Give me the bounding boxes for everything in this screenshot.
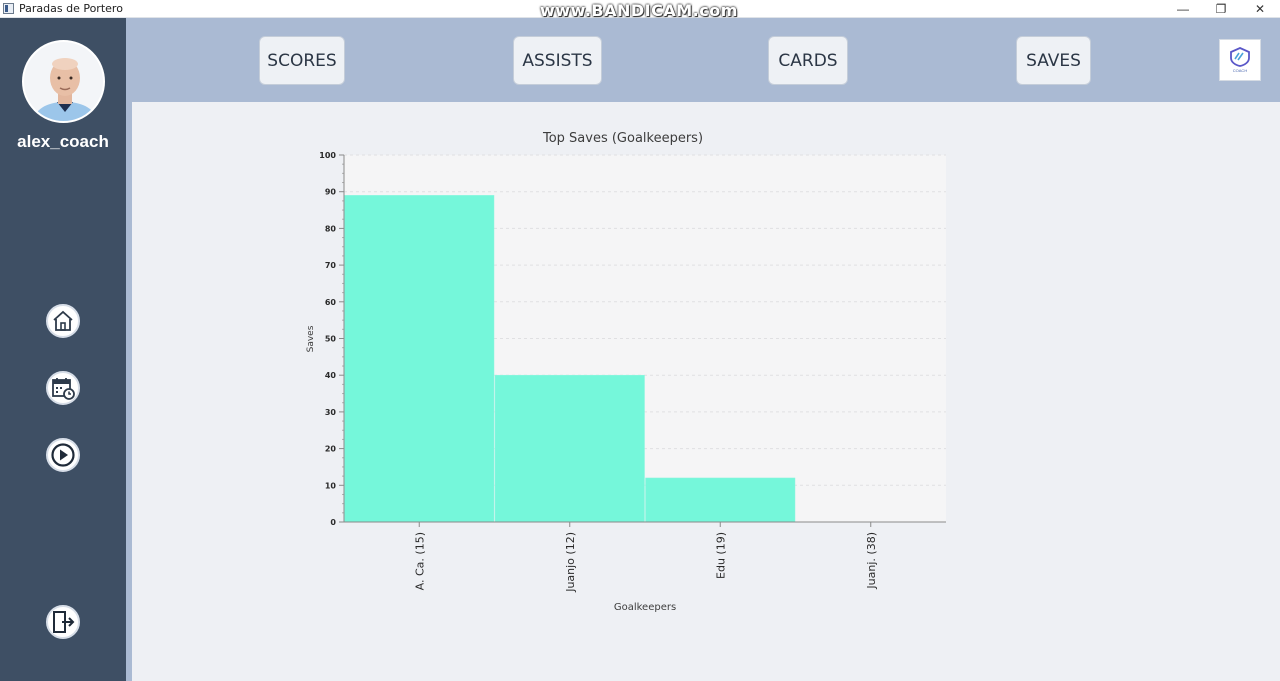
calendar-clock-icon <box>52 378 75 400</box>
play-icon <box>51 443 75 467</box>
scores-button[interactable]: SCORES <box>259 36 345 85</box>
assists-button[interactable]: ASSISTS <box>513 36 602 85</box>
y-tick-label: 90 <box>325 188 337 197</box>
saves-bar-chart: Top Saves (Goalkeepers) Saves Goalkeeper… <box>306 131 946 613</box>
y-tick-label: 40 <box>325 371 337 380</box>
app-icon <box>3 3 14 14</box>
home-button[interactable] <box>46 304 80 338</box>
window-title: Paradas de Portero <box>19 2 123 15</box>
x-tick-label: Edu (19) <box>714 532 727 579</box>
y-axis-label: Saves <box>306 325 316 352</box>
top-nav-bar: SCORES ASSISTS CARDS SAVES COACH <box>132 18 1280 102</box>
y-tick-label: 100 <box>319 151 336 160</box>
y-tick-label: 10 <box>325 481 337 490</box>
y-tick-label: 60 <box>325 298 337 307</box>
logout-icon <box>53 611 75 633</box>
calendar-button[interactable] <box>46 371 80 405</box>
bar <box>645 477 796 523</box>
cards-button[interactable]: CARDS <box>768 36 848 85</box>
minimize-button[interactable]: — <box>1164 0 1202 18</box>
saves-button[interactable]: SAVES <box>1016 36 1091 85</box>
y-tick-label: 50 <box>325 335 337 344</box>
home-icon <box>53 310 73 331</box>
sidebar: alex_coach <box>0 18 126 681</box>
close-button[interactable]: ✕ <box>1241 0 1279 18</box>
chart-title: Top Saves (Goalkeepers) <box>542 131 703 146</box>
bar <box>494 374 645 523</box>
maximize-button[interactable]: ❐ <box>1202 0 1240 18</box>
play-button[interactable] <box>46 438 80 472</box>
main-content: Top Saves (Goalkeepers) Saves Goalkeeper… <box>132 102 1280 681</box>
x-tick-label: A. Ca. (15) <box>413 532 426 590</box>
username: alex_coach <box>17 132 109 151</box>
window-titlebar: Paradas de Portero www.BANDICAM.com — ❐ … <box>0 0 1280 20</box>
y-tick-label: 80 <box>325 224 337 233</box>
avatar <box>22 40 105 123</box>
x-axis-label: Goalkeepers <box>614 602 676 613</box>
x-tick-label: Juanjo (12) <box>564 532 577 593</box>
x-tick-label: Juanj. (38) <box>865 532 878 590</box>
bar <box>344 195 495 523</box>
y-tick-label: 70 <box>325 261 337 270</box>
coach-logo[interactable]: COACH <box>1219 39 1261 81</box>
y-tick-label: 20 <box>325 445 337 454</box>
logo-text: COACH <box>1232 68 1248 73</box>
y-tick-label: 0 <box>330 518 336 527</box>
plot-area: 0 10 20 30 40 50 60 70 80 90 100 A. Ca. (15) Juanjo … <box>319 151 946 593</box>
y-tick-label: 30 <box>325 408 337 417</box>
shield-logo-icon <box>1230 47 1250 67</box>
logout-button[interactable] <box>46 605 80 639</box>
